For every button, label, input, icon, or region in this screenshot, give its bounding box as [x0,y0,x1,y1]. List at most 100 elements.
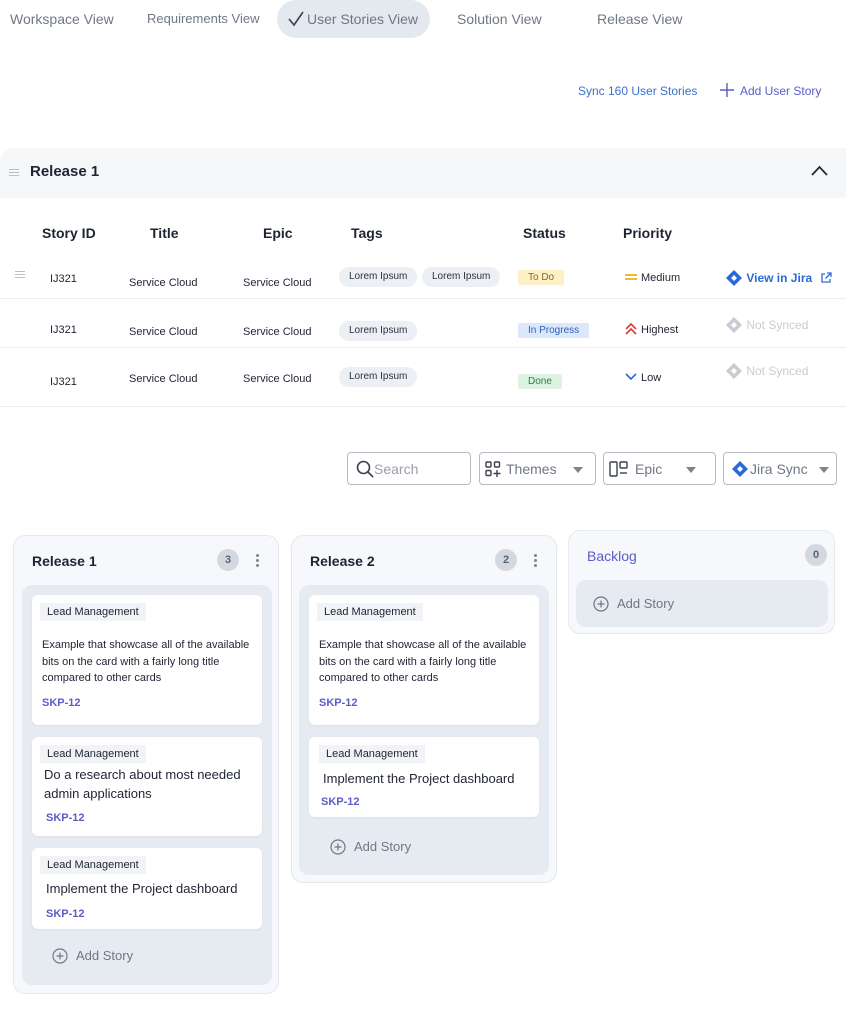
chevron-up-icon[interactable] [811,165,828,176]
tab-label: User Stories View [307,11,419,27]
add-user-story-label: Add User Story [740,84,822,98]
story-title: Service Cloud [129,277,198,289]
count-badge: 3 [217,549,239,571]
jira-sync-dropdown[interactable]: Jira Sync [723,452,837,485]
drag-handle-icon[interactable] [15,271,25,278]
board-column-backlog: Backlog 0 Add Story [568,530,835,634]
card-tag: Lead Management [319,745,425,763]
tag-chip: Lorem Ipsum [339,267,418,287]
add-story-button[interactable]: Add Story [330,838,412,855]
view-tabs: Workspace View Requirements View User St… [0,0,846,38]
more-options-icon[interactable] [534,554,538,569]
card-text: Example that showcase all of the availab… [319,639,527,684]
story-id: IJ321 [50,273,77,285]
column-lane: Lead Management Example that showcase al… [22,585,272,985]
count-badge: 0 [805,544,827,566]
plus-circle-icon [52,947,68,964]
priority-low-icon [625,373,637,381]
tab-solution-view[interactable]: Solution View [457,0,542,38]
epic-dropdown[interactable]: Epic [603,452,716,485]
card-key: SKP-12 [42,697,81,709]
column-title: Release 2 [310,553,375,569]
header-tags: Tags [351,225,383,241]
story-card[interactable]: Lead Management Implement the Project da… [309,737,539,817]
story-card[interactable]: Lead Management Do a research about most… [32,737,262,836]
themes-dropdown[interactable]: Themes [479,452,596,485]
plus-circle-icon [330,838,346,855]
jira-label: Not Synced [746,318,809,333]
search-input[interactable]: Search [347,452,471,485]
story-card[interactable]: Lead Management Example that showcase al… [32,595,262,725]
card-text: Implement the Project dashboard [46,881,238,896]
header-story-id: Story ID [42,225,96,241]
card-tag: Lead Management [40,603,146,621]
card-text: Implement the Project dashboard [323,771,515,786]
card-key: SKP-12 [319,697,358,709]
jira-icon [726,270,742,286]
header-epic: Epic [263,225,293,241]
external-link-icon [820,272,832,283]
add-story-button[interactable]: Add Story [52,947,133,964]
chevron-down-icon [573,467,583,473]
table-row[interactable]: IJ321 Service Cloud Service Cloud Lorem … [0,299,846,347]
story-epic: Service Cloud [243,277,312,289]
story-title: Service Cloud [129,326,198,338]
plus-icon [720,83,734,98]
table-row[interactable]: IJ321 Service Cloud Service Cloud Lorem … [0,348,846,406]
story-card[interactable]: Lead Management Implement the Project da… [32,848,262,929]
jira-label: View in Jira [746,271,813,286]
row-divider [0,406,846,407]
add-story-label: Add Story [354,839,412,854]
header-title: Title [150,225,179,241]
drag-handle-icon[interactable] [9,169,19,176]
column-title: Release 1 [32,553,97,569]
board-column-release-1: Release 1 3 Lead Management Example that… [13,535,279,994]
not-synced-indicator: Not Synced [725,317,809,334]
priority-medium-icon [625,274,637,280]
tab-release-view[interactable]: Release View [597,0,682,38]
card-key: SKP-12 [46,812,85,824]
themes-icon [485,461,501,477]
check-icon [288,11,304,27]
tab-user-stories-view[interactable]: User Stories View [277,0,431,38]
priority-label: Medium [641,272,681,284]
more-options-icon[interactable] [256,554,260,569]
card-text: Do a research about most needed admin ap… [44,767,241,801]
table-row[interactable]: IJ321 Service Cloud Service Cloud Lorem … [0,258,846,298]
column-lane: Add Story [576,580,828,627]
themes-label: Themes [506,461,557,477]
priority-label: Low [641,372,662,384]
jira-icon [732,461,748,477]
tag-chip: Lorem Ipsum [339,321,418,341]
jira-icon [726,363,742,379]
epic-label: Epic [635,461,663,477]
release-section-header[interactable]: Release 1 [0,148,846,198]
card-key: SKP-12 [321,796,360,808]
search-placeholder: Search [374,461,419,477]
story-title: Service Cloud [129,373,198,385]
column-lane: Lead Management Example that showcase al… [299,585,549,875]
priority-highest: Highest [625,323,679,336]
add-user-story-button[interactable]: Add User Story [720,82,821,100]
header-status: Status [523,225,566,241]
priority-label: Highest [641,324,679,336]
status-badge: Done [518,374,562,389]
card-text: Example that showcase all of the availab… [42,639,250,684]
story-id: IJ321 [50,376,77,388]
status-badge: In Progress [518,323,590,338]
tab-requirements-view[interactable]: Requirements View [147,0,259,38]
story-card[interactable]: Lead Management Example that showcase al… [309,595,539,725]
sync-user-stories-link[interactable]: Sync 160 User Stories [578,82,697,100]
count-badge: 2 [495,549,517,571]
add-story-button[interactable]: Add Story [593,595,674,612]
priority-highest-icon [625,323,637,335]
view-in-jira-link[interactable]: View in Jira [725,270,832,287]
card-tag: Lead Management [40,745,146,763]
story-epic: Service Cloud [243,326,312,338]
story-epic: Service Cloud [243,373,312,385]
board-column-release-2: Release 2 2 Lead Management Example that… [291,535,557,883]
release-title: Release 1 [30,163,100,180]
tab-workspace-view[interactable]: Workspace View [10,0,114,38]
plus-circle-icon [593,595,609,612]
chevron-down-icon [686,467,696,473]
